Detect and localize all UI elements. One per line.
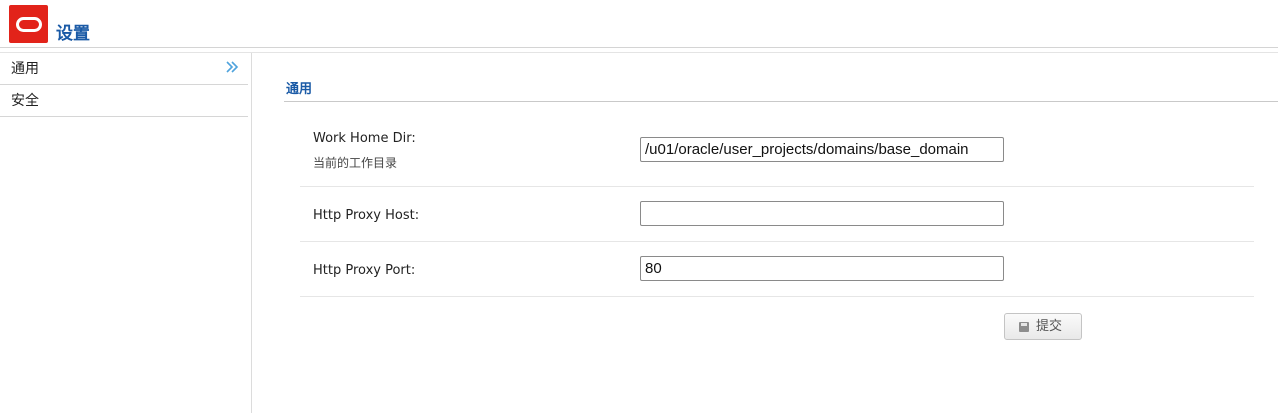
work-home-dir-label: Work Home Dir: xyxy=(313,131,416,146)
section-title: 通用 xyxy=(286,82,313,97)
sidebar-item-label: 安全 xyxy=(11,93,39,109)
form-row-work-home-dir: Work Home Dir: 当前的工作目录 /u01/oracle/user_… xyxy=(300,120,1254,187)
sidebar-item-label: 通用 xyxy=(11,61,39,77)
save-disk-icon xyxy=(1019,322,1029,332)
form-row-http-proxy-port: Http Proxy Port: 80 xyxy=(300,242,1254,297)
oracle-logo-icon xyxy=(9,5,48,43)
submit-button[interactable]: 提交 xyxy=(1004,313,1082,340)
http-proxy-port-label: Http Proxy Port: xyxy=(313,263,416,278)
work-home-dir-description: 当前的工作目录 xyxy=(313,156,398,170)
app-header: 设置 xyxy=(0,0,1278,53)
sidebar-nav: 通用 安全 xyxy=(0,53,251,413)
double-chevron-right-icon xyxy=(224,57,240,77)
sidebar-divider xyxy=(251,53,252,413)
page-title: 设置 xyxy=(56,24,90,44)
section-divider xyxy=(284,101,1278,102)
http-proxy-port-input[interactable]: 80 xyxy=(640,256,1004,281)
form-row-http-proxy-host: Http Proxy Host: xyxy=(300,187,1254,242)
sidebar-item-general[interactable]: 通用 xyxy=(0,53,248,85)
http-proxy-host-input[interactable] xyxy=(640,201,1004,226)
work-home-dir-input[interactable]: /u01/oracle/user_projects/domains/base_d… xyxy=(640,137,1004,162)
submit-button-label: 提交 xyxy=(1036,319,1063,334)
header-divider xyxy=(0,47,1278,48)
sidebar-item-security[interactable]: 安全 xyxy=(0,85,248,117)
http-proxy-host-label: Http Proxy Host: xyxy=(313,208,420,223)
